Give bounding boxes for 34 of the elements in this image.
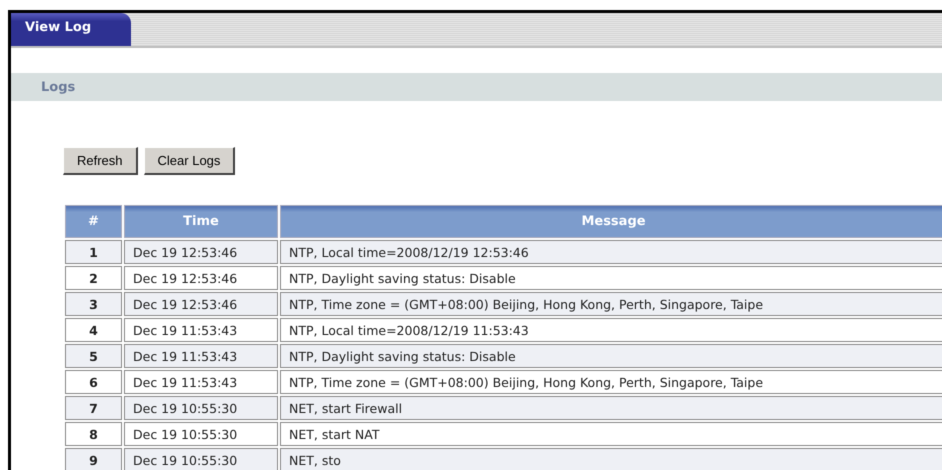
table-cell: 3 — [65, 292, 122, 316]
table-cell: NTP, Local time=2008/12/19 11:53:43 — [280, 318, 942, 342]
table-cell: 8 — [65, 422, 122, 446]
table-cell: 4 — [65, 318, 122, 342]
table-cell: Dec 19 12:53:46 — [124, 266, 278, 290]
table-cell: Dec 19 10:55:30 — [124, 448, 278, 470]
table-cell: 2 — [65, 266, 122, 290]
table-cell: 6 — [65, 370, 122, 394]
table-cell: 9 — [65, 448, 122, 470]
button[interactable]: Clear Logs — [144, 147, 236, 175]
table-cell: NTP, Local time=2008/12/19 12:53:46 — [280, 240, 942, 264]
table-cell: Dec 19 12:53:46 — [124, 240, 278, 264]
table-cell: Dec 19 12:53:46 — [124, 292, 278, 316]
tab[interactable]: View Log — [11, 13, 131, 46]
table-cell: Dec 19 11:53:43 — [124, 318, 278, 342]
table-cell: NTP, Daylight saving status: Disable — [280, 344, 942, 368]
table-cell: Dec 19 11:53:43 — [124, 344, 278, 368]
table-cell: Dec 19 11:53:43 — [124, 370, 278, 394]
column-header: # — [65, 205, 122, 238]
table-cell: Dec 19 10:55:30 — [124, 422, 278, 446]
table-cell: 5 — [65, 344, 122, 368]
table-cell: NET, start Firewall — [280, 396, 942, 420]
table-cell: NET, start NAT — [280, 422, 942, 446]
table-cell: 1 — [65, 240, 122, 264]
table-cell: NET, sto — [280, 448, 942, 470]
table-cell: NTP, Daylight saving status: Disable — [280, 266, 942, 290]
section-title: Logs — [41, 80, 76, 94]
table-cell: Dec 19 10:55:30 — [124, 396, 278, 420]
table-cell: 7 — [65, 396, 122, 420]
button[interactable]: Refresh — [63, 147, 138, 175]
column-header: Time — [124, 205, 278, 238]
table-cell: NTP, Time zone = (GMT+08:00) Beijing, Hong Kong, Perth, Singapore, Taipe — [280, 292, 942, 316]
column-header: Message — [280, 205, 942, 238]
table-cell: NTP, Time zone = (GMT+08:00) Beijing, Hong Kong, Perth, Singapore, Taipe — [280, 370, 942, 394]
